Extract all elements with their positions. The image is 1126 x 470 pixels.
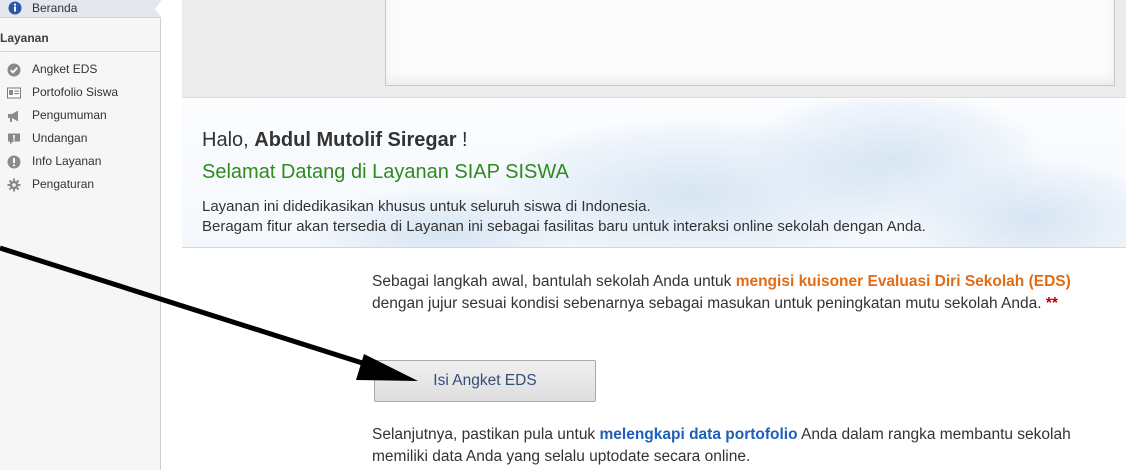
eds-instruction: Sebagai langkah awal, bantulah sekolah A… — [372, 271, 1122, 315]
sidebar-item-angket-eds[interactable]: Angket EDS — [0, 61, 160, 84]
welcome-title: Selamat Datang di Layanan SIAP SISWA — [202, 161, 569, 183]
user-name: Abdul Mutolif Siregar — [254, 129, 457, 151]
portfolio-text: Selanjutnya, pastikan pula untuk — [372, 426, 596, 443]
description-line: Layanan ini didedikasikan khusus untuk s… — [202, 198, 651, 215]
welcome-banner: Halo, Abdul Mutolif Siregar ! Selamat Da… — [182, 99, 1126, 247]
sidebar-item-undangan[interactable]: Undangan — [0, 130, 160, 153]
sidebar-item-beranda[interactable]: Beranda — [0, 0, 162, 20]
sidebar-item-label: Pengumuman — [32, 108, 107, 122]
greeting-prefix: Halo, — [202, 129, 249, 151]
check-circle-icon — [7, 63, 21, 77]
description-line: Beragam fitur akan tersedia di Layanan i… — [202, 218, 926, 235]
eds-text: Sebagai langkah awal, bantulah sekolah A… — [372, 273, 732, 290]
megaphone-icon — [7, 109, 21, 123]
sidebar-menu: Angket EDS Portofolio Siswa Pengumuman U… — [0, 61, 160, 199]
sidebar-item-label: Angket EDS — [32, 62, 98, 76]
sidebar-item-label: Info Layanan — [32, 154, 102, 168]
sidebar-item-portofolio-siswa[interactable]: Portofolio Siswa — [0, 84, 160, 107]
sidebar-item-label: Undangan — [32, 131, 88, 145]
sidebar-section-header: Layanan — [0, 31, 49, 45]
isi-angket-eds-button[interactable]: Isi Angket EDS — [374, 360, 596, 402]
welcome-description: Layanan ini didedikasikan khusus untuk s… — [202, 197, 926, 237]
sidebar-item-info-layanan[interactable]: Info Layanan — [0, 153, 160, 176]
sidebar-divider — [0, 51, 160, 52]
main-content: Halo, Abdul Mutolif Siregar ! Selamat Da… — [182, 0, 1126, 470]
eds-highlight-link: mengisi kuisoner Evaluasi Diri Sekolah (… — [735, 273, 1071, 290]
portfolio-highlight-link[interactable]: melengkapi data portofolio — [600, 426, 798, 443]
eds-text: dengan jujur sesuai kondisi sebenarnya s… — [372, 295, 1042, 312]
sidebar: Beranda Layanan Angket EDS Portofolio Si… — [0, 0, 162, 470]
sidebar-item-label: Beranda — [32, 1, 78, 15]
active-indicator — [155, 0, 162, 18]
sidebar-item-pengaturan[interactable]: Pengaturan — [0, 176, 160, 199]
section-divider — [182, 247, 1126, 248]
sidebar-item-pengumuman[interactable]: Pengumuman — [0, 107, 160, 130]
top-content-box — [385, 0, 1115, 86]
required-marker: ** — [1045, 295, 1058, 312]
portfolio-instruction: Selanjutnya, pastikan pula untuk melengk… — [372, 424, 1122, 468]
info-circle-icon — [8, 1, 22, 20]
sidebar-item-label: Pengaturan — [32, 177, 95, 191]
speech-bubble-icon — [7, 132, 21, 146]
sidebar-item-label: Portofolio Siswa — [32, 85, 119, 99]
gear-icon — [7, 178, 21, 192]
id-card-icon — [7, 86, 21, 100]
greeting-suffix: ! — [462, 129, 468, 151]
top-panel — [182, 0, 1126, 98]
exclamation-circle-icon — [7, 155, 21, 169]
greeting: Halo, Abdul Mutolif Siregar ! — [202, 129, 468, 152]
